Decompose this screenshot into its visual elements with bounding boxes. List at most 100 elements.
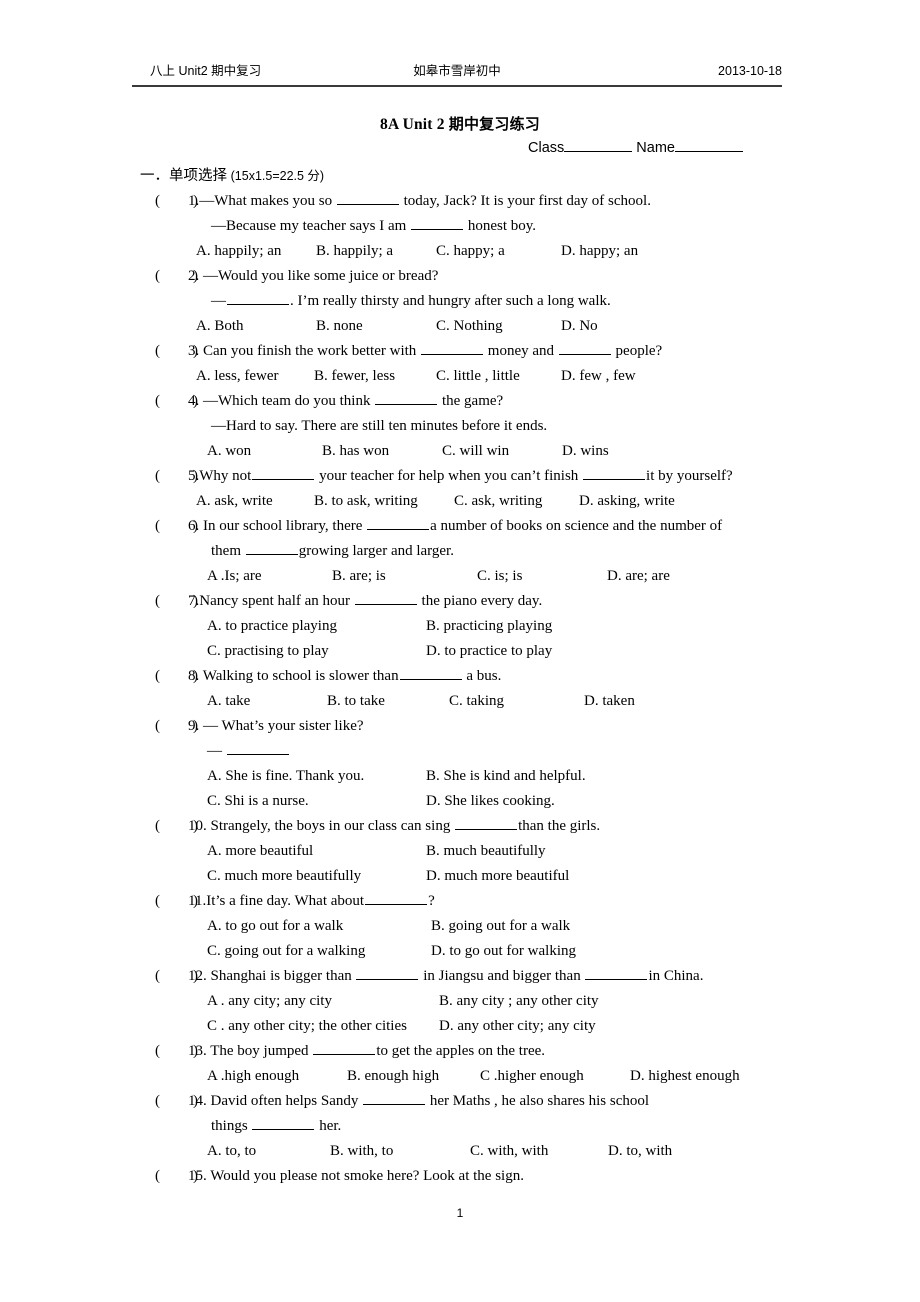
option-b[interactable]: B. any city ; any other city [439, 989, 599, 1014]
class-name-field-row: Class Name [528, 140, 743, 156]
option-c[interactable]: C. much more beautifully [207, 864, 426, 889]
fill-blank[interactable] [313, 1040, 376, 1055]
option-b[interactable]: B. much beautifully [426, 839, 546, 864]
option-a[interactable]: A. won [207, 439, 322, 464]
name-blank-input[interactable] [674, 151, 743, 152]
option-row: A. won B. has won C. will win D. wins [207, 439, 609, 464]
option-d[interactable]: D. to practice to play [426, 639, 552, 664]
header-date: 2013-10-18 [718, 64, 782, 78]
fill-blank[interactable] [227, 290, 289, 305]
option-d[interactable]: D. few , few [561, 364, 636, 389]
option-c[interactable]: C. happy; a [436, 239, 561, 264]
question-item: () 6. In our school library, there a num… [0, 514, 920, 589]
fill-blank[interactable] [558, 340, 611, 355]
option-d[interactable]: D. to, with [608, 1139, 672, 1164]
option-c[interactable]: C . any other city; the other cities [207, 1014, 439, 1039]
option-c[interactable]: C. practising to play [207, 639, 426, 664]
fill-blank[interactable] [585, 965, 648, 980]
option-a[interactable]: A. take [207, 689, 327, 714]
option-b[interactable]: B. happily; a [316, 239, 436, 264]
option-b[interactable]: B. none [316, 314, 436, 339]
question-list: () 1.—What makes you so today, Jack? It … [0, 189, 920, 1189]
question-stem: 15. Would you please not smoke here? Loo… [188, 1168, 524, 1184]
option-c[interactable]: C .higher enough [480, 1064, 630, 1089]
option-b[interactable]: B. to ask, writing [314, 489, 454, 514]
option-b[interactable]: B. going out for a walk [431, 914, 570, 939]
class-blank-input[interactable] [564, 151, 633, 152]
question-stem: 8. Walking to school is slower than a bu… [188, 664, 501, 689]
question-item: () 11.It’s a fine day. What about? A. to… [0, 889, 920, 964]
fill-blank[interactable] [455, 815, 518, 830]
section-number: 一． [140, 168, 169, 184]
question-stem-continued: —. I’m really thirsty and hungry after s… [211, 289, 611, 314]
option-row: A. to, to B. with, to C. with, with D. to, … [207, 1139, 672, 1164]
option-b[interactable]: B. are; is [332, 564, 477, 589]
option-a[interactable]: A. less, fewer [196, 364, 314, 389]
option-a[interactable]: A. to, to [207, 1139, 330, 1164]
option-row: A. less, fewer B. fewer, less C. little , … [196, 364, 636, 389]
fill-blank[interactable] [421, 340, 484, 355]
fill-blank[interactable] [583, 465, 646, 480]
question-stem: 14. David often helps Sandy her Maths , … [188, 1089, 649, 1114]
option-a[interactable]: A. She is fine. Thank you. [207, 764, 426, 789]
option-d[interactable]: D. taken [584, 689, 635, 714]
option-row: C. Shi is a nurse. D. She likes cooking. [207, 789, 555, 814]
fill-blank[interactable] [354, 590, 417, 605]
option-b[interactable]: B. to take [327, 689, 449, 714]
option-d[interactable]: D. No [561, 314, 598, 339]
option-c[interactable]: C. is; is [477, 564, 607, 589]
fill-blank[interactable] [356, 965, 419, 980]
fill-blank[interactable] [252, 465, 315, 480]
option-c[interactable]: C. going out for a walking [207, 939, 431, 964]
option-d[interactable]: D. She likes cooking. [426, 789, 555, 814]
question-stem: 2. —Would you like some juice or bread? [188, 268, 439, 284]
option-a[interactable]: A .Is; are [207, 564, 332, 589]
fill-blank[interactable] [399, 665, 462, 680]
option-c[interactable]: C. little , little [436, 364, 561, 389]
option-a[interactable]: A. ask, write [196, 489, 314, 514]
fill-blank[interactable] [252, 1115, 315, 1130]
fill-blank[interactable] [245, 540, 298, 555]
option-d[interactable]: D. happy; an [561, 239, 638, 264]
option-d[interactable]: D. much more beautiful [426, 864, 569, 889]
fill-blank[interactable] [363, 1090, 426, 1105]
header-divider-rule [132, 85, 782, 87]
option-c[interactable]: C. Shi is a nurse. [207, 789, 426, 814]
option-d[interactable]: D. to go out for walking [431, 939, 576, 964]
option-d[interactable]: D. wins [562, 439, 609, 464]
option-c[interactable]: C. Nothing [436, 314, 561, 339]
option-c[interactable]: C. taking [449, 689, 584, 714]
option-c[interactable]: C. will win [442, 439, 562, 464]
option-row: A .high enough B. enough high C .higher en… [207, 1064, 740, 1089]
option-a[interactable]: A. happily; an [196, 239, 316, 264]
question-stem: 5.Why not your teacher for help when you… [188, 464, 733, 489]
question-stem: 4. —Which team do you think the game? [188, 389, 503, 414]
fill-blank[interactable] [375, 390, 438, 405]
option-b[interactable]: B. has won [322, 439, 442, 464]
option-d[interactable]: D. any other city; any city [439, 1014, 596, 1039]
option-a[interactable]: A .high enough [207, 1064, 347, 1089]
fill-blank[interactable] [367, 515, 430, 530]
option-a[interactable]: A. Both [196, 314, 316, 339]
header-center-text: 如皋市雪岸初中 [413, 64, 501, 78]
option-d[interactable]: D. asking, write [579, 489, 675, 514]
fill-blank[interactable] [411, 215, 464, 230]
fill-blank[interactable] [226, 740, 289, 755]
option-d[interactable]: D. are; are [607, 564, 670, 589]
fill-blank[interactable] [365, 890, 428, 905]
option-b[interactable]: B. She is kind and helpful. [426, 764, 586, 789]
option-a[interactable]: A. to practice playing [207, 614, 426, 639]
option-b[interactable]: B. enough high [347, 1064, 480, 1089]
option-a[interactable]: A . any city; any city [207, 989, 439, 1014]
question-item: () 7.Nancy spent half an hour the piano … [0, 589, 920, 664]
option-b[interactable]: B. practicing playing [426, 614, 552, 639]
option-c[interactable]: C. ask, writing [454, 489, 579, 514]
page-number: 1 [456, 1206, 464, 1220]
option-a[interactable]: A. more beautiful [207, 839, 426, 864]
option-a[interactable]: A. to go out for a walk [207, 914, 431, 939]
option-b[interactable]: B. with, to [330, 1139, 470, 1164]
option-b[interactable]: B. fewer, less [314, 364, 436, 389]
option-d[interactable]: D. highest enough [630, 1064, 740, 1089]
fill-blank[interactable] [336, 190, 399, 205]
option-c[interactable]: C. with, with [470, 1139, 608, 1164]
